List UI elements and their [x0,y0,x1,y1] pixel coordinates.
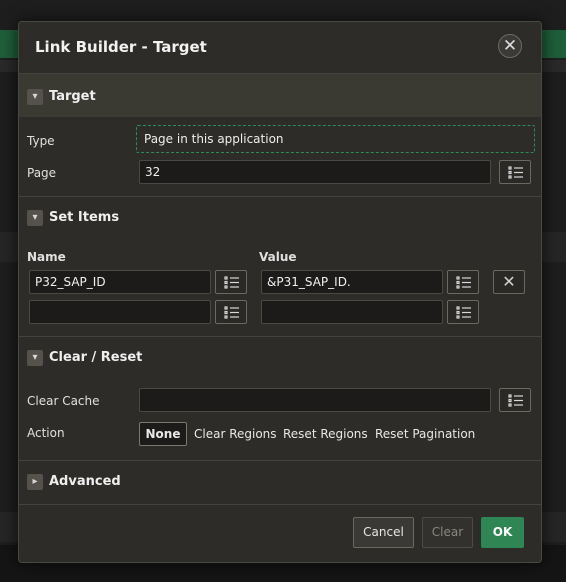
page-list-button[interactable] [499,160,531,184]
item-name-list-button[interactable] [215,270,247,294]
list-icon [224,306,239,319]
item-value-input[interactable] [261,300,443,324]
close-icon: ✕ [502,36,518,56]
type-field[interactable]: Page in this application [136,125,535,153]
region-title-target: Target [49,89,96,104]
list-icon [508,166,523,179]
type-label: Type [27,134,55,148]
page-label: Page [27,166,57,180]
name-column-header: Name [27,250,66,264]
chevron-down-icon[interactable]: ▾ [27,210,43,226]
clear-cache-list-button[interactable] [499,388,531,412]
item-value-input[interactable]: &P31_SAP_ID. [261,270,443,294]
chevron-down-icon[interactable]: ▾ [27,89,43,105]
action-label: Action [27,426,65,440]
action-reset-regions-button[interactable]: Reset Regions [283,422,368,446]
link-builder-dialog: Link Builder - Target ✕ ▾ Target Type Pa… [18,21,542,563]
action-none-button[interactable]: None [139,422,187,446]
close-icon: ✕ [502,272,516,291]
list-icon [508,394,523,407]
region-title-clear-reset: Clear / Reset [49,350,143,365]
region-clear-reset-header[interactable]: ▾ Clear / Reset [19,337,541,383]
region-title-set-items: Set Items [49,210,120,225]
list-icon [456,306,471,319]
region-advanced-header[interactable]: ▸ Advanced [19,461,541,507]
chevron-right-icon[interactable]: ▸ [27,474,43,490]
item-value-list-button[interactable] [447,270,479,294]
ok-button[interactable]: OK [481,517,524,548]
item-name-input[interactable] [29,300,211,324]
action-clear-regions-button[interactable]: Clear Regions [194,422,277,446]
item-value-list-button[interactable] [447,300,479,324]
region-title-advanced: Advanced [49,474,121,489]
list-icon [456,276,471,289]
region-set-items-header[interactable]: ▾ Set Items [19,197,541,243]
clear-cache-label: Clear Cache [27,394,100,408]
clear-button[interactable]: Clear [422,517,473,548]
chevron-down-icon[interactable]: ▾ [27,350,43,366]
item-name-list-button[interactable] [215,300,247,324]
clear-cache-input[interactable] [139,388,491,412]
dialog-title: Link Builder - Target [35,38,207,56]
page-input[interactable]: 32 [139,160,491,184]
region-target-header[interactable]: ▾ Target [19,74,541,117]
delete-row-button[interactable]: ✕ [493,270,525,294]
action-reset-pagination-button[interactable]: Reset Pagination [375,422,475,446]
item-name-input[interactable]: P32_SAP_ID [29,270,211,294]
cancel-button[interactable]: Cancel [353,517,414,548]
dialog-header: Link Builder - Target ✕ [19,22,541,74]
close-button[interactable]: ✕ [498,34,522,58]
value-column-header: Value [259,250,297,264]
dialog-body: ▾ Target Type Page in this application P… [19,74,541,504]
dialog-footer: Cancel Clear OK [19,504,541,562]
list-icon [224,276,239,289]
